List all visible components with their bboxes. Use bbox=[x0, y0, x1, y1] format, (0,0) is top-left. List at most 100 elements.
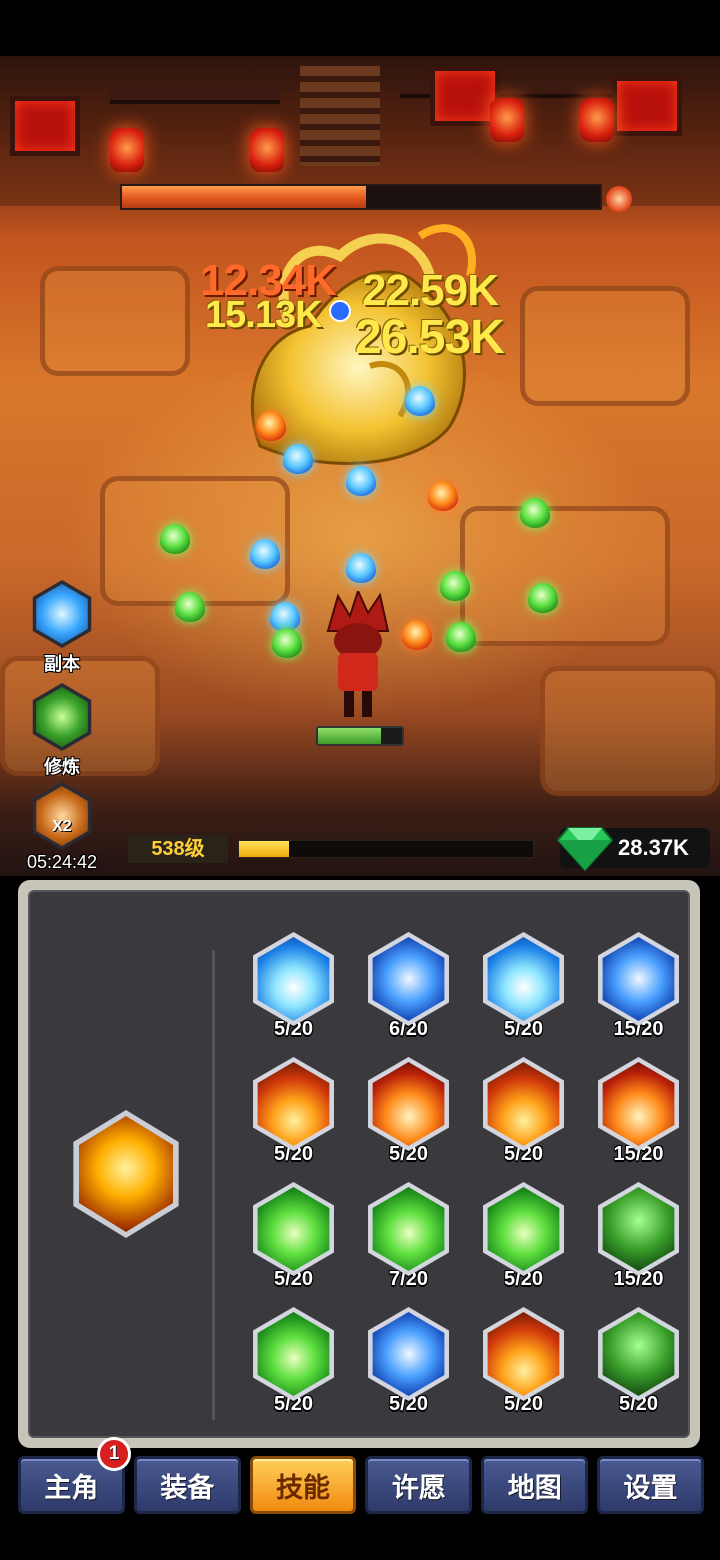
tab-label: 地图 bbox=[507, 1472, 562, 1503]
skill-slot[interactable]: 5/20 bbox=[466, 1307, 581, 1420]
damage-number: 15.13K bbox=[205, 294, 323, 336]
skill-slot[interactable]: 5/20 bbox=[236, 932, 351, 1045]
tab-equipment[interactable]: 装备 bbox=[133, 1456, 241, 1514]
dungeon-label: 副本 bbox=[44, 654, 80, 674]
lantern bbox=[110, 128, 144, 172]
skill-slot[interactable]: 5/20 bbox=[581, 1307, 696, 1420]
navigation-bar bbox=[0, 1520, 720, 1560]
cultivate-button[interactable]: 修炼 bbox=[26, 683, 98, 779]
status-bar bbox=[0, 0, 720, 56]
bonus-timer: 05:24:42 bbox=[26, 852, 98, 872]
skill-slot[interactable]: 5/20 bbox=[466, 932, 581, 1045]
xp-progress-bar bbox=[238, 840, 534, 858]
lightning-green-icon bbox=[372, 1187, 445, 1271]
boss-orb-icon bbox=[606, 186, 632, 212]
tab-map[interactable]: 地图 bbox=[481, 1456, 589, 1514]
roof bbox=[110, 86, 280, 104]
damage-number: 22.59K bbox=[362, 266, 499, 315]
tab-skills[interactable]: 技能 bbox=[249, 1456, 357, 1514]
dungeon-button[interactable]: 副本 bbox=[26, 580, 98, 676]
ice-orb bbox=[346, 553, 376, 583]
shop-sign bbox=[10, 96, 80, 156]
skill-slot[interactable]: 6/20 bbox=[351, 932, 466, 1045]
fire-orb bbox=[428, 481, 458, 511]
tab-settings[interactable]: 设置 bbox=[597, 1456, 704, 1514]
fire-orb bbox=[256, 411, 286, 441]
floor-tile bbox=[460, 506, 670, 646]
hero-character[interactable] bbox=[318, 591, 398, 721]
skill-slot[interactable]: 15/20 bbox=[581, 932, 696, 1045]
leaf-orb bbox=[175, 592, 205, 622]
skill-slot[interactable]: 5/20 bbox=[466, 1057, 581, 1170]
skill-slot[interactable]: 7/20 bbox=[351, 1182, 466, 1295]
skill-panel: 5/20 6/20 5/20 15/20 5/20 5/20 5/20 15/2… bbox=[18, 880, 700, 1448]
leaf-orb bbox=[446, 622, 476, 652]
tab-label: 许愿 bbox=[391, 1472, 446, 1503]
floor-tile bbox=[540, 666, 720, 796]
double-bonus-text: X2 bbox=[52, 818, 72, 835]
skill-slot[interactable]: 15/20 bbox=[581, 1057, 696, 1170]
tornado-icon bbox=[372, 937, 445, 1021]
skill-slot[interactable]: 5/20 bbox=[236, 1057, 351, 1170]
bottom-tab-bar: 主角 1 装备 技能 许愿 地图 设置 bbox=[18, 1437, 704, 1516]
dungeon-icon bbox=[32, 580, 92, 648]
damage-number: 26.53K bbox=[355, 311, 505, 364]
floor-tile bbox=[40, 266, 190, 376]
battle-scene: 12.34K 22.59K 15.13K 26.53K bbox=[0, 56, 720, 876]
tab-hero[interactable]: 主角 1 bbox=[18, 1437, 131, 1514]
spirit-icon bbox=[602, 1187, 675, 1271]
skill-grid: 5/20 6/20 5/20 15/20 5/20 5/20 5/20 15/2… bbox=[236, 932, 679, 1420]
skill-slot[interactable]: 5/20 bbox=[466, 1182, 581, 1295]
lantern bbox=[580, 98, 614, 142]
fire-blast-icon bbox=[487, 1062, 560, 1146]
vortex-icon bbox=[372, 1312, 445, 1396]
wave-icon bbox=[487, 937, 560, 1021]
leaf-orb bbox=[520, 498, 550, 528]
leaf-icon bbox=[257, 1187, 330, 1271]
xp-progress-fill bbox=[239, 841, 289, 857]
leaf-orb bbox=[272, 628, 302, 658]
panel-divider bbox=[212, 950, 215, 1420]
hero-skill-portrait[interactable] bbox=[73, 1110, 179, 1238]
ice-spikes-icon bbox=[602, 937, 675, 1021]
ice-burst-icon bbox=[257, 937, 330, 1021]
skill-slot[interactable]: 5/20 bbox=[236, 1307, 351, 1420]
double-bonus-icon: X2 bbox=[32, 782, 92, 850]
ice-orb bbox=[405, 386, 435, 416]
tab-label: 装备 bbox=[160, 1472, 215, 1503]
hero-health-fill bbox=[318, 728, 381, 744]
skill-slot[interactable]: 5/20 bbox=[351, 1057, 466, 1170]
leaf-orb bbox=[160, 524, 190, 554]
tab-label: 技能 bbox=[276, 1472, 331, 1503]
fire-spirit-icon bbox=[79, 1116, 173, 1232]
lantern bbox=[490, 98, 524, 142]
double-bonus-button[interactable]: X2 05:24:42 bbox=[20, 782, 104, 873]
wind-ring-icon bbox=[487, 1187, 560, 1271]
tab-label: 主角 bbox=[44, 1472, 99, 1503]
leaf-orb bbox=[528, 583, 558, 613]
fire-ring-icon bbox=[602, 1062, 675, 1146]
boss-health-bar bbox=[120, 184, 602, 210]
heal-heart-icon bbox=[257, 1312, 330, 1396]
lantern bbox=[250, 128, 284, 172]
boss-health-fill bbox=[122, 186, 366, 208]
skill-slot[interactable]: 5/20 bbox=[236, 1182, 351, 1295]
shop-sign bbox=[612, 76, 682, 136]
emerald-gem-icon bbox=[556, 827, 614, 872]
player-level: 538级 bbox=[128, 835, 228, 863]
fire-orb bbox=[402, 620, 432, 650]
thorn-vine-icon bbox=[602, 1312, 675, 1396]
skill-slot[interactable]: 15/20 bbox=[581, 1182, 696, 1295]
flame-burst-icon bbox=[487, 1312, 560, 1396]
ice-orb bbox=[346, 466, 376, 496]
skill-slot[interactable]: 5/20 bbox=[351, 1307, 466, 1420]
ice-orb bbox=[250, 539, 280, 569]
fire-wall-icon bbox=[257, 1062, 330, 1146]
cultivate-icon bbox=[32, 683, 92, 751]
leaf-orb bbox=[440, 571, 470, 601]
tab-wish[interactable]: 许愿 bbox=[365, 1456, 473, 1514]
floor-tile bbox=[520, 286, 690, 406]
ice-orb bbox=[283, 444, 313, 474]
hero-health-bar bbox=[316, 726, 404, 746]
stairs bbox=[300, 66, 380, 166]
